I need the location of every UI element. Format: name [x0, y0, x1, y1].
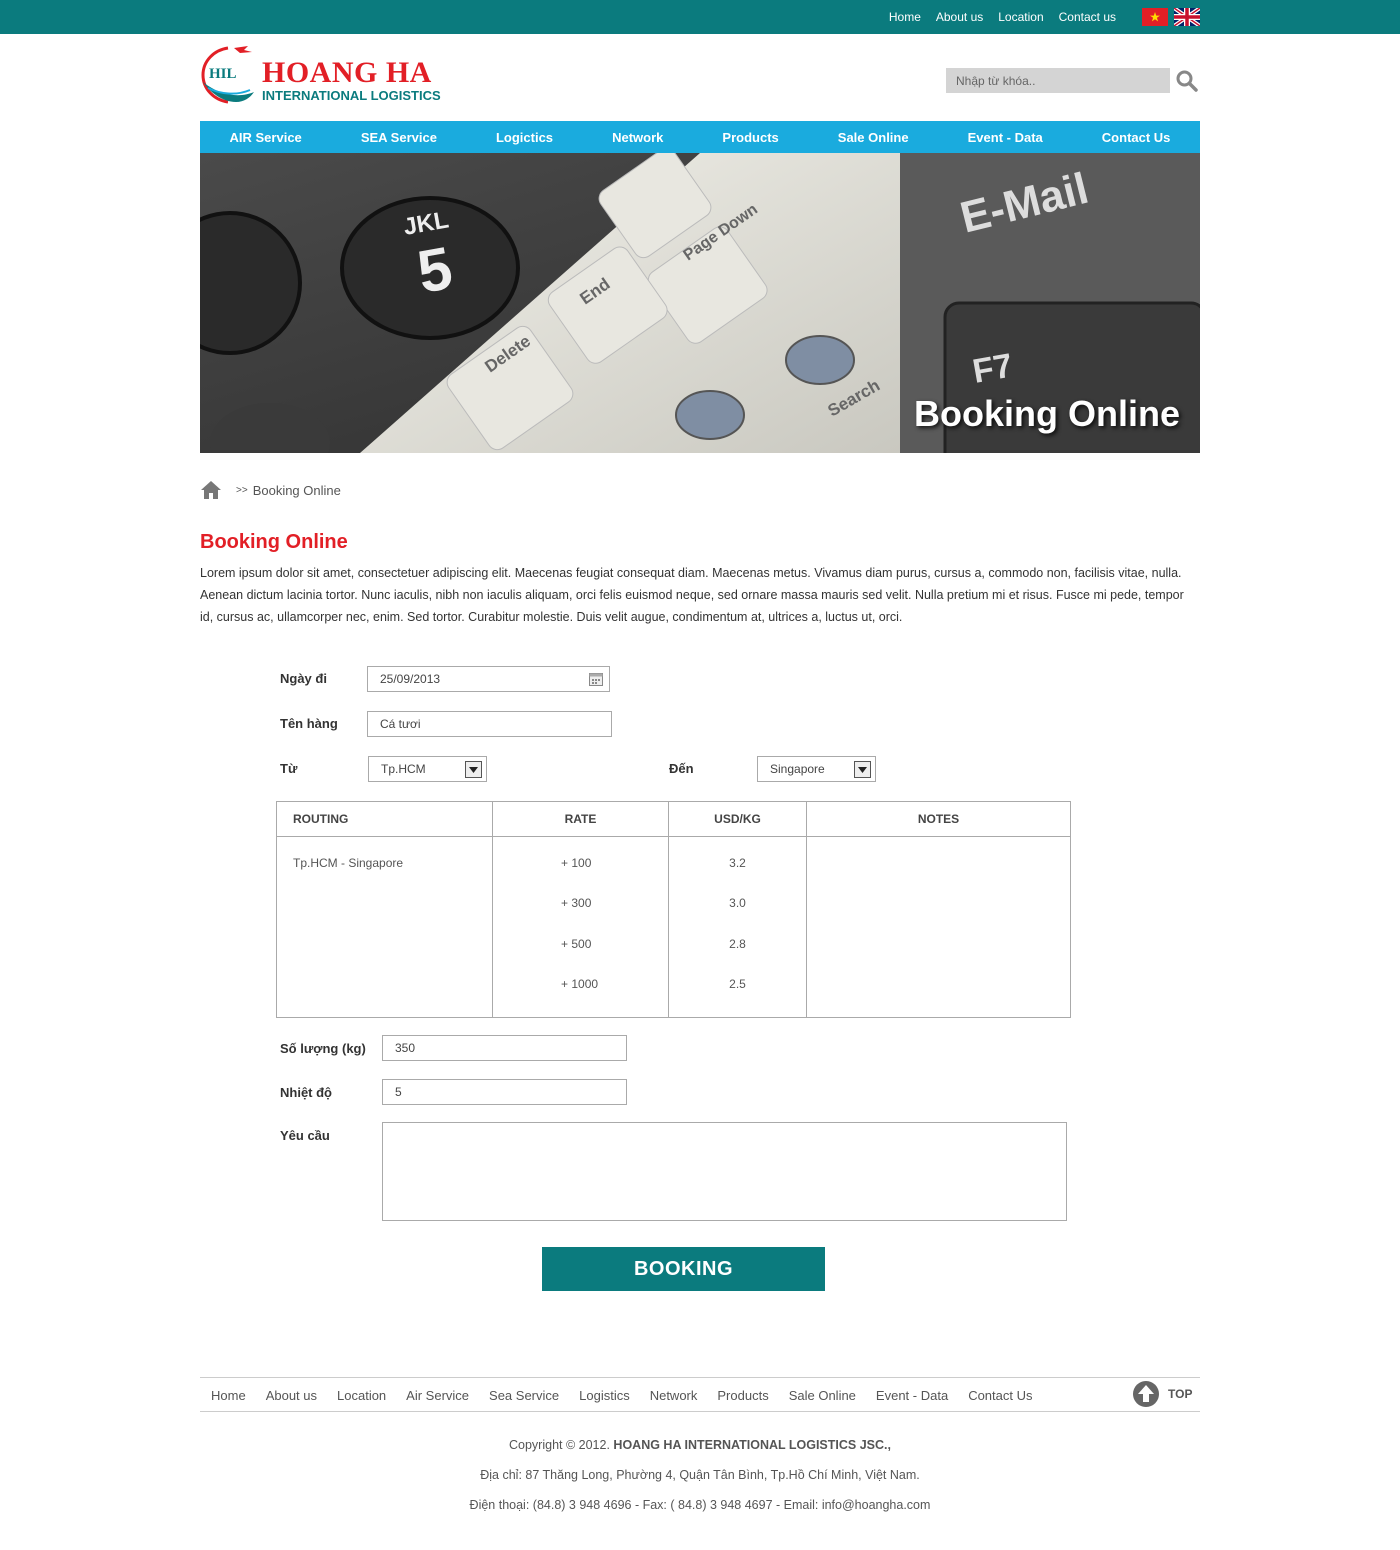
banner-title: Booking Online: [914, 393, 1180, 434]
footer-link-home[interactable]: Home: [211, 1388, 246, 1403]
to-select-value: Singapore: [770, 762, 825, 776]
breadcrumb: >> Booking Online: [200, 480, 341, 500]
rate-value: + 1000: [561, 976, 599, 991]
rate-cell: + 100 + 300 + 500 + 1000: [492, 836, 669, 1018]
nav-contact-us[interactable]: Contact Us: [1102, 130, 1171, 145]
breadcrumb-separator: >>: [236, 484, 248, 496]
top-bar: Home About us Location Contact us: [0, 0, 1400, 34]
language-switcher: [1142, 8, 1200, 26]
to-label: Đến: [669, 761, 694, 776]
top-link-location[interactable]: Location: [998, 10, 1043, 24]
top-link-home[interactable]: Home: [889, 10, 921, 24]
goods-input[interactable]: [380, 717, 599, 731]
vietnam-flag-icon[interactable]: [1142, 8, 1168, 26]
usd-kg-cell: 3.2 3.0 2.8 2.5: [668, 836, 807, 1018]
rate-table: ROUTING RATE USD/KG NOTES Tp.HCM - Singa…: [276, 801, 1071, 1019]
goods-field[interactable]: [367, 711, 612, 737]
back-to-top-button[interactable]: TOP: [1132, 1380, 1192, 1408]
nav-air-service[interactable]: AIR Service: [230, 130, 302, 145]
routing-value: Tp.HCM - Singapore: [293, 856, 404, 870]
arrow-up-icon[interactable]: [1132, 1380, 1160, 1408]
logo-mark-icon: HIL: [201, 46, 254, 104]
date-label: Ngày đi: [280, 671, 327, 686]
date-input[interactable]: [380, 672, 597, 686]
from-select[interactable]: Tp.HCM: [368, 756, 487, 782]
copyright-prefix: Copyright © 2012.: [509, 1438, 610, 1452]
footer-link-air-service[interactable]: Air Service: [406, 1388, 469, 1403]
column-header-usd-kg: USD/KG: [668, 801, 807, 837]
nav-network[interactable]: Network: [612, 130, 663, 145]
column-header-rate: RATE: [492, 801, 669, 837]
chevron-down-icon[interactable]: [465, 761, 482, 778]
request-textarea[interactable]: [382, 1122, 1067, 1221]
company-logo[interactable]: HIL HOANG HA INTERNATIONAL LOGISTICS: [200, 44, 460, 106]
from-label: Từ: [280, 761, 298, 776]
logo-subtitle: INTERNATIONAL LOGISTICS: [262, 88, 441, 103]
footer-link-sale-online[interactable]: Sale Online: [789, 1388, 856, 1403]
footer-link-sea-service[interactable]: Sea Service: [489, 1388, 559, 1403]
table-header-row: ROUTING RATE USD/KG NOTES: [276, 801, 1071, 837]
footer-contact: Điện thoại: (84.8) 3 948 4696 - Fax: ( 8…: [469, 1498, 931, 1512]
request-label: Yêu cầu: [280, 1128, 330, 1143]
footer-address: Địa chỉ: 87 Thăng Long, Phường 4, Quận T…: [480, 1468, 920, 1482]
top-label[interactable]: TOP: [1168, 1387, 1192, 1401]
top-link-contact[interactable]: Contact us: [1059, 10, 1116, 24]
footer-link-logistics[interactable]: Logistics: [579, 1388, 630, 1403]
top-link-about[interactable]: About us: [936, 10, 983, 24]
page-title: Booking Online: [200, 531, 348, 553]
search-icon[interactable]: [1175, 69, 1199, 93]
nav-logistics[interactable]: Logictics: [496, 130, 553, 145]
top-links: Home About us Location Contact us: [889, 0, 1116, 34]
company-name: HOANG HA INTERNATIONAL LOGISTICS JSC.,: [613, 1438, 891, 1452]
nav-products[interactable]: Products: [722, 130, 778, 145]
breadcrumb-current: Booking Online: [252, 482, 341, 498]
main-nav: AIR Service SEA Service Logictics Networ…: [200, 121, 1200, 153]
temperature-field[interactable]: [382, 1079, 627, 1105]
usd-kg-value: 2.5: [729, 976, 746, 991]
footer-link-location[interactable]: Location: [337, 1388, 386, 1403]
intro-text: Lorem ipsum dolor sit amet, consectetuer…: [200, 566, 1184, 624]
rate-value: + 500: [561, 936, 592, 951]
from-select-value: Tp.HCM: [381, 762, 426, 776]
home-icon[interactable]: [200, 480, 222, 500]
footer-link-contact[interactable]: Contact Us: [968, 1388, 1032, 1403]
svg-text:F7: F7: [970, 347, 1016, 391]
quantity-label: Số lượng (kg): [280, 1041, 366, 1056]
chevron-down-icon[interactable]: [854, 761, 871, 778]
banner: 5 JKL E-Mail F7 Delete End Page Down Sea…: [200, 153, 1200, 453]
temperature-label: Nhiệt độ: [280, 1085, 332, 1100]
notes-cell: [806, 836, 1071, 1018]
usd-kg-value: 3.2: [729, 856, 746, 870]
logo-mark-text: HIL: [209, 66, 237, 82]
nav-event-data[interactable]: Event - Data: [968, 130, 1043, 145]
search-input[interactable]: [946, 68, 1170, 93]
column-header-notes: NOTES: [806, 801, 1071, 837]
copyright: Copyright © 2012. HOANG HA INTERNATIONAL…: [0, 1438, 1400, 1452]
rate-value: + 100: [561, 856, 592, 870]
rate-value: + 300: [561, 896, 592, 911]
footer-link-network[interactable]: Network: [650, 1388, 698, 1403]
quantity-input[interactable]: [395, 1041, 614, 1055]
goods-label: Tên hàng: [280, 716, 338, 731]
uk-flag-icon[interactable]: [1174, 8, 1200, 26]
quantity-field[interactable]: [382, 1035, 627, 1061]
logo-title: HOANG HA: [262, 56, 432, 89]
column-header-routing: ROUTING: [276, 801, 493, 837]
footer-link-products[interactable]: Products: [717, 1388, 768, 1403]
usd-kg-value: 3.0: [729, 896, 746, 911]
to-select[interactable]: Singapore: [757, 756, 876, 782]
footer-divider: [200, 1411, 1200, 1412]
footer-link-event-data[interactable]: Event - Data: [876, 1388, 948, 1403]
nav-sale-online[interactable]: Sale Online: [838, 130, 909, 145]
nav-sea-service[interactable]: SEA Service: [361, 130, 437, 145]
table-row: Tp.HCM - Singapore + 100 + 300 + 500 + 1…: [276, 836, 1071, 1018]
footer-link-about[interactable]: About us: [266, 1388, 317, 1403]
usd-kg-value: 2.8: [729, 936, 746, 951]
footer-nav: Home About us Location Air Service Sea S…: [200, 1378, 1200, 1412]
temperature-input[interactable]: [395, 1085, 614, 1099]
date-field[interactable]: [367, 666, 610, 692]
routing-cell: Tp.HCM - Singapore: [276, 836, 493, 1018]
booking-button[interactable]: BOOKING: [542, 1247, 825, 1291]
calendar-icon[interactable]: [589, 672, 603, 686]
